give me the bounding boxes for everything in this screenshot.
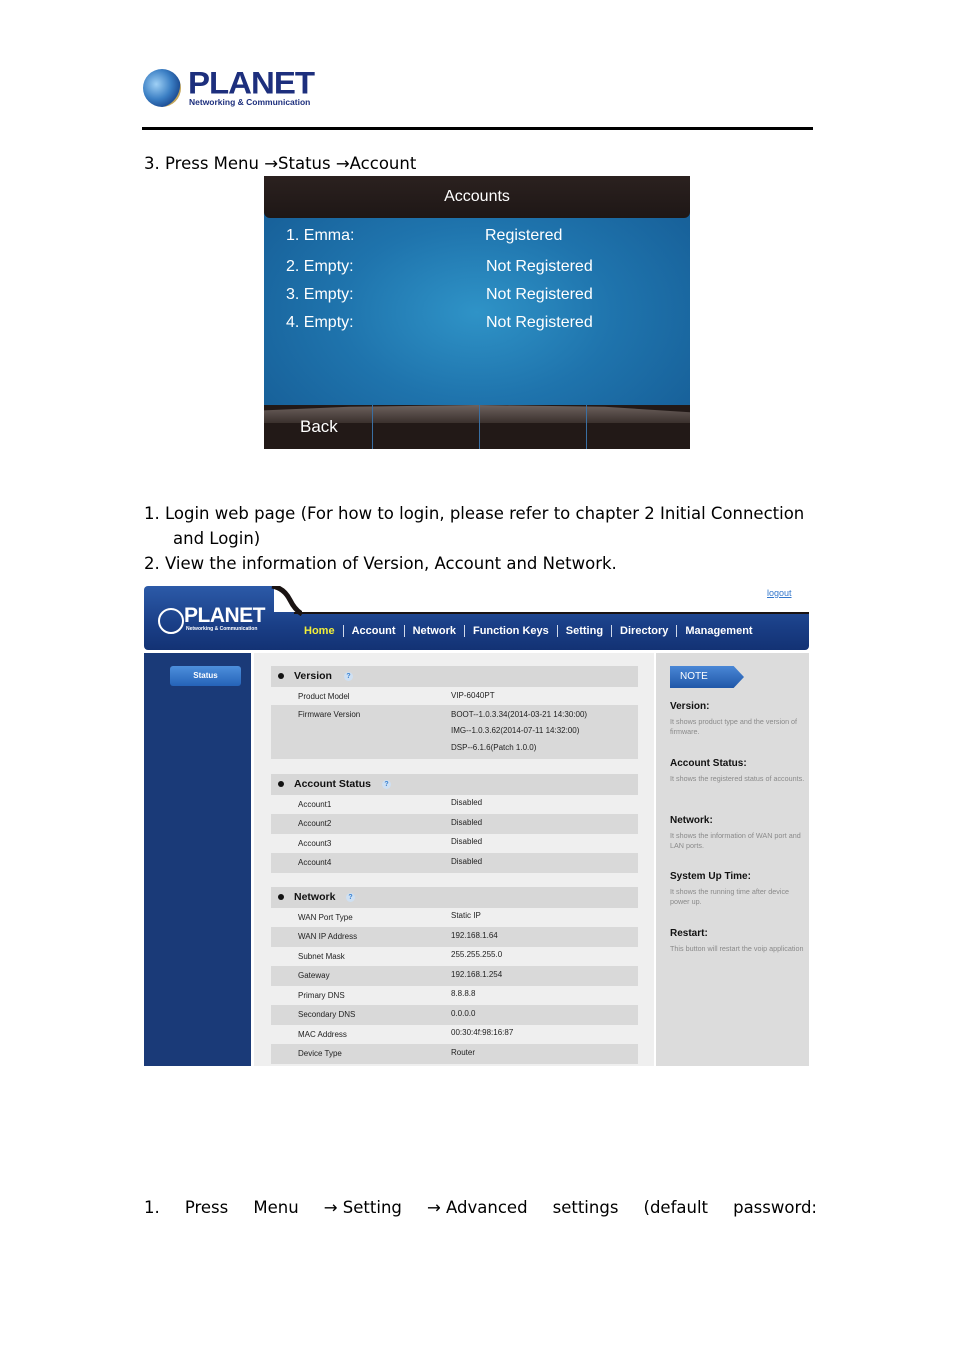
nav-account[interactable]: Account bbox=[352, 625, 396, 637]
table-row: Account2 Disabled bbox=[271, 814, 638, 834]
account-label: 1. Emma: bbox=[286, 227, 355, 244]
account-status: Registered bbox=[485, 227, 563, 244]
table-row: Primary DNS 8.8.8.8 bbox=[298, 989, 476, 1000]
softkey-4[interactable] bbox=[586, 405, 690, 449]
banner-curve bbox=[262, 586, 302, 616]
globe-icon bbox=[143, 69, 181, 107]
nav-separator bbox=[611, 625, 613, 637]
nav-directory[interactable]: Directory bbox=[620, 625, 668, 637]
note-tag: NOTE bbox=[670, 666, 744, 688]
nav-separator bbox=[676, 625, 678, 637]
note-text: This button will restart the voip applic… bbox=[670, 944, 804, 953]
table-row: Account1 Disabled bbox=[298, 798, 483, 809]
logo-tagline: Networking & Communication bbox=[189, 97, 311, 107]
help-icon[interactable]: ? bbox=[344, 672, 353, 681]
table-row: Subnet Mask 255.255.255.0 bbox=[298, 950, 503, 961]
note-title: Restart: bbox=[670, 928, 708, 939]
phone-account-row[interactable]: 3. Empty: Not Registered bbox=[286, 286, 686, 308]
note-title: Version: bbox=[670, 701, 710, 712]
note-panel bbox=[656, 653, 809, 1066]
web-logo-icon bbox=[158, 608, 184, 634]
phone-account-row[interactable]: 1. Emma: Registered bbox=[286, 227, 686, 249]
note-title: Account Status: bbox=[670, 758, 747, 769]
logout-link[interactable]: logout bbox=[767, 588, 792, 598]
nav-home[interactable]: Home bbox=[304, 625, 335, 637]
table-row: Account3 Disabled bbox=[298, 837, 483, 848]
account-label: 3. Empty: bbox=[286, 286, 354, 303]
table-row: Gateway 192.168.1.254 bbox=[271, 966, 638, 986]
section-header-version: Version ? bbox=[271, 666, 638, 687]
note-title: System Up Time: bbox=[670, 871, 751, 882]
table-row: Device Type Router bbox=[271, 1044, 638, 1064]
planet-logo: PLANET Networking & Communication bbox=[143, 65, 315, 110]
softkey-back[interactable]: Back bbox=[266, 405, 372, 449]
logo-brand: PLANET bbox=[188, 64, 315, 101]
phone-account-row[interactable]: 2. Empty: Not Registered bbox=[286, 258, 686, 280]
softkey-2[interactable] bbox=[372, 405, 479, 449]
table-row: WAN Port Type Static IP bbox=[298, 911, 481, 922]
web-logo-tagline: Networking & Communication bbox=[186, 626, 258, 632]
table-row: Account4 Disabled bbox=[271, 853, 638, 873]
account-status: Not Registered bbox=[486, 258, 593, 275]
phone-accounts-screen: Accounts 1. Emma: Registered 2. Empty: N… bbox=[264, 176, 690, 449]
account-label: 2. Empty: bbox=[286, 258, 354, 275]
table-row: WAN IP Address 192.168.1.64 bbox=[271, 927, 638, 947]
sidebar-status-button[interactable]: Status bbox=[170, 666, 241, 686]
nav-separator bbox=[556, 625, 558, 637]
softkey-3[interactable] bbox=[479, 405, 586, 449]
help-icon[interactable]: ? bbox=[346, 893, 355, 902]
note-text: It shows the running time after device p… bbox=[670, 887, 790, 906]
nav-setting[interactable]: Setting bbox=[566, 625, 603, 637]
table-row: Secondary DNS 0.0.0.0 bbox=[271, 1005, 638, 1025]
account-status: Not Registered bbox=[486, 286, 593, 303]
nav-separator bbox=[403, 625, 405, 637]
table-row: Firmware Version BOOT--1.0.3.34(2014-03-… bbox=[271, 705, 638, 759]
help-icon[interactable]: ? bbox=[382, 780, 391, 789]
note-text: It shows product type and the version of… bbox=[670, 717, 798, 736]
bullet-icon bbox=[278, 781, 284, 787]
table-row: MAC Address 00:30:4f:98:16:87 bbox=[298, 1028, 514, 1039]
phone-account-row[interactable]: 4. Empty: Not Registered bbox=[286, 314, 686, 336]
bullet-icon bbox=[278, 673, 284, 679]
section-header-network: Network ? bbox=[271, 887, 638, 908]
nav-management[interactable]: Management bbox=[685, 625, 752, 637]
note-title: Network: bbox=[670, 815, 713, 826]
banner-top-cutout bbox=[274, 586, 809, 612]
web-step-1-line2: and Login) bbox=[173, 529, 261, 548]
web-step-1-line1: 1. Login web page (For how to login, ple… bbox=[144, 504, 805, 523]
web-sidebar bbox=[144, 653, 251, 1066]
bottom-step-1: 1. Press Menu → Setting → Advanced setti… bbox=[144, 1198, 817, 1217]
nav-network[interactable]: Network bbox=[413, 625, 456, 637]
web-logo-brand: PLANET bbox=[184, 604, 266, 627]
account-label: 4. Empty: bbox=[286, 314, 354, 331]
main-nav: Home Account Network Function Keys Setti… bbox=[304, 624, 753, 638]
header-divider bbox=[142, 127, 813, 130]
step-3-text: 3. Press Menu →Status →Account bbox=[144, 154, 417, 173]
nav-function-keys[interactable]: Function Keys bbox=[473, 625, 549, 637]
section-header-account-status: Account Status ? bbox=[271, 774, 638, 795]
table-row: Product Model VIP-6040PT bbox=[298, 691, 495, 701]
nav-separator bbox=[342, 625, 344, 637]
note-text: It shows the registered status of accoun… bbox=[670, 774, 805, 783]
note-text: It shows the information of WAN port and… bbox=[670, 831, 801, 850]
web-step-2: 2. View the information of Version, Acco… bbox=[144, 554, 617, 573]
phone-screen-title: Accounts bbox=[264, 176, 690, 218]
account-status: Not Registered bbox=[486, 314, 593, 331]
bullet-icon bbox=[278, 894, 284, 900]
nav-separator bbox=[463, 625, 465, 637]
web-status-page: PLANET Networking & Communication logout… bbox=[144, 586, 809, 1066]
